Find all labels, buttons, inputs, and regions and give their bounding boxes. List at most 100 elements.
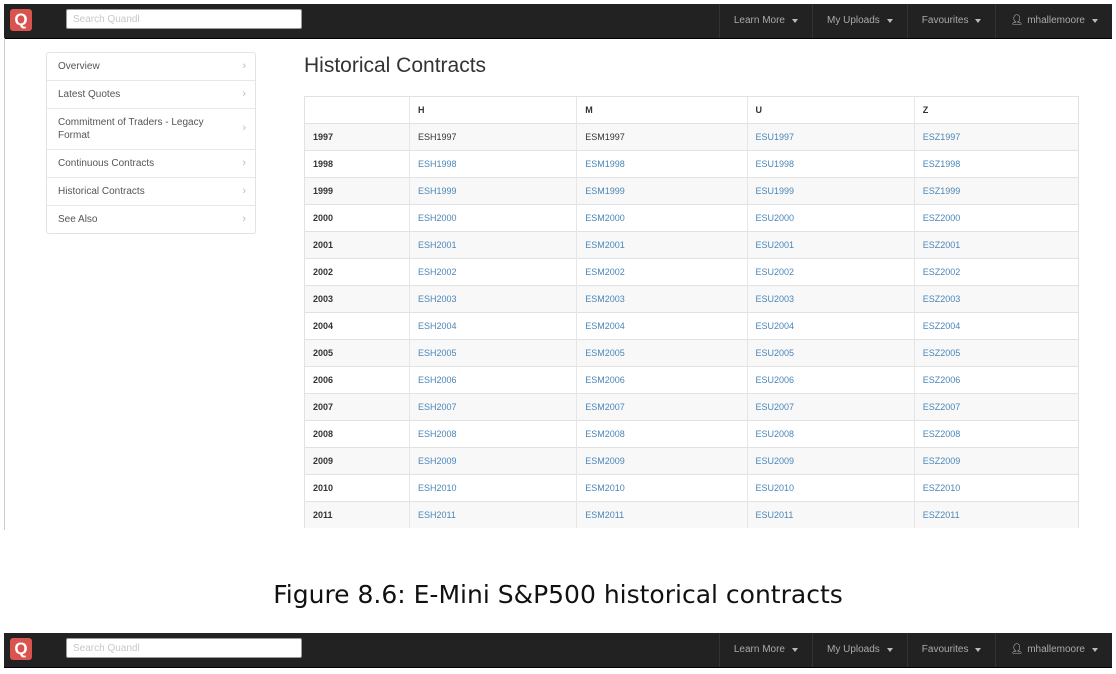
contract-link[interactable]: ESM2010: [576, 474, 747, 502]
nav-my-uploads[interactable]: My Uploads: [811, 4, 907, 38]
contract-link[interactable]: ESZ2001: [913, 231, 1080, 259]
sidebar-item-see-also[interactable]: See Also ›: [47, 206, 255, 233]
contract-link[interactable]: ESZ2008: [913, 420, 1080, 448]
contract-cell: ESM1997: [576, 123, 747, 151]
contract-link[interactable]: ESH2008: [408, 420, 577, 448]
year-cell: 2010: [304, 474, 410, 502]
contract-link[interactable]: ESM2001: [576, 231, 747, 259]
contract-link[interactable]: ESU2001: [746, 231, 915, 259]
nav-learn-more[interactable]: Learn More: [718, 633, 812, 667]
table-row: 2009 ESH2009 ESM2009 ESU2009 ESZ2009: [304, 447, 1080, 475]
sidebar-item-latest-quotes[interactable]: Latest Quotes ›: [47, 81, 255, 109]
contract-link[interactable]: ESZ2010: [913, 474, 1080, 502]
contract-link[interactable]: ESU2005: [746, 339, 915, 367]
table-row: 2007 ESH2007 ESM2007 ESU2007 ESZ2007: [304, 393, 1080, 421]
contract-link[interactable]: ESH1999: [408, 177, 577, 205]
contract-link[interactable]: ESM2011: [576, 501, 747, 528]
contract-link[interactable]: ESZ2003: [913, 285, 1080, 313]
contract-link[interactable]: ESZ2005: [913, 339, 1080, 367]
contract-link[interactable]: ESU2009: [746, 447, 915, 475]
page-left-border: [4, 38, 5, 530]
contracts-table: H M U Z 1997 ESH1997 ESM1997 ESU1997 ESZ1997…: [304, 96, 1080, 528]
contract-link[interactable]: ESH2000: [408, 204, 577, 232]
contract-link[interactable]: ESH2002: [408, 258, 577, 286]
contract-link[interactable]: ESM1998: [576, 150, 747, 178]
nav-my-uploads[interactable]: My Uploads: [811, 633, 907, 667]
contract-link[interactable]: ESU1999: [746, 177, 915, 205]
contract-link[interactable]: ESZ1999: [913, 177, 1080, 205]
contract-link[interactable]: ESZ2006: [913, 366, 1080, 394]
sidebar-item-commitment-of-traders[interactable]: Commitment of Traders - Legacy Format ›: [47, 109, 255, 150]
contract-link[interactable]: ESH2007: [408, 393, 577, 421]
contract-link[interactable]: ESZ2009: [913, 447, 1080, 475]
contract-link[interactable]: ESU2003: [746, 285, 915, 313]
contract-link[interactable]: ESU2010: [746, 474, 915, 502]
search-input[interactable]: [66, 638, 302, 658]
sidebar-item-label: Overview: [58, 61, 100, 72]
contract-link[interactable]: ESM2007: [576, 393, 747, 421]
column-header: H: [408, 96, 577, 124]
year-cell: 2002: [304, 258, 410, 286]
caret-down-icon: [886, 19, 893, 23]
contract-link[interactable]: ESH2011: [408, 501, 577, 528]
caret-down-icon: [791, 19, 798, 23]
contract-link[interactable]: ESU2004: [746, 312, 915, 340]
sidebar-item-continuous-contracts[interactable]: Continuous Contracts ›: [47, 150, 255, 178]
contract-link[interactable]: ESM2003: [576, 285, 747, 313]
contract-link[interactable]: ESM1999: [576, 177, 747, 205]
contract-link[interactable]: ESU2000: [746, 204, 915, 232]
chevron-right-icon: ›: [242, 184, 246, 197]
year-cell: 2000: [304, 204, 410, 232]
contract-link[interactable]: ESM2006: [576, 366, 747, 394]
nav-favourites[interactable]: Favourites: [906, 633, 996, 667]
contract-link[interactable]: ESH1998: [408, 150, 577, 178]
contract-link[interactable]: ESZ2004: [913, 312, 1080, 340]
sidebar-item-historical-contracts[interactable]: Historical Contracts ›: [47, 178, 255, 206]
quandl-logo[interactable]: Q: [10, 638, 32, 660]
year-cell: 2006: [304, 366, 410, 394]
caret-down-icon: [1092, 19, 1098, 23]
nav-user-label: mhallemoore: [1027, 644, 1085, 655]
sidebar-item-overview[interactable]: Overview ›: [47, 53, 255, 81]
contract-link[interactable]: ESU1998: [746, 150, 915, 178]
search-input[interactable]: [66, 9, 302, 29]
contract-link[interactable]: ESU2002: [746, 258, 915, 286]
nav-user-menu[interactable]: 👤︎ mhallemoore: [995, 4, 1112, 38]
user-icon: 👤︎: [1010, 644, 1024, 655]
column-header: [304, 96, 410, 124]
year-cell: 1999: [304, 177, 410, 205]
contract-link[interactable]: ESU2008: [746, 420, 915, 448]
contract-link[interactable]: ESM2009: [576, 447, 747, 475]
contract-link[interactable]: ESH2006: [408, 366, 577, 394]
contract-link[interactable]: ESH2001: [408, 231, 577, 259]
quandl-logo[interactable]: Q: [10, 9, 32, 31]
contract-link[interactable]: ESH2003: [408, 285, 577, 313]
contract-link[interactable]: ESM2005: [576, 339, 747, 367]
caret-down-icon: [975, 19, 982, 23]
nav-links: Learn More My Uploads Favourites 👤︎ mhal…: [718, 633, 1112, 667]
contract-link[interactable]: ESM2004: [576, 312, 747, 340]
contract-link[interactable]: ESU2011: [746, 501, 915, 528]
contract-link[interactable]: ESH2010: [408, 474, 577, 502]
nav-learn-more[interactable]: Learn More: [718, 4, 812, 38]
contract-link[interactable]: ESM2008: [576, 420, 747, 448]
sidebar-item-label: Latest Quotes: [58, 89, 121, 100]
contract-link[interactable]: ESH2004: [408, 312, 577, 340]
caret-down-icon: [791, 648, 798, 652]
nav-favourites[interactable]: Favourites: [906, 4, 996, 38]
contract-link[interactable]: ESU2007: [746, 393, 915, 421]
nav-user-menu[interactable]: 👤︎ mhallemoore: [995, 633, 1112, 667]
contract-link[interactable]: ESM2002: [576, 258, 747, 286]
contract-link[interactable]: ESH2005: [408, 339, 577, 367]
contract-link[interactable]: ESZ2007: [913, 393, 1080, 421]
contract-link[interactable]: ESU1997: [746, 123, 915, 151]
contract-link[interactable]: ESZ2002: [913, 258, 1080, 286]
contract-link[interactable]: ESM2000: [576, 204, 747, 232]
contract-link[interactable]: ESZ1997: [913, 123, 1080, 151]
contract-link[interactable]: ESU2006: [746, 366, 915, 394]
chevron-right-icon: ›: [242, 122, 246, 134]
contract-link[interactable]: ESZ1998: [913, 150, 1080, 178]
contract-link[interactable]: ESZ2011: [913, 501, 1080, 528]
contract-link[interactable]: ESH2009: [408, 447, 577, 475]
contract-link[interactable]: ESZ2000: [913, 204, 1080, 232]
